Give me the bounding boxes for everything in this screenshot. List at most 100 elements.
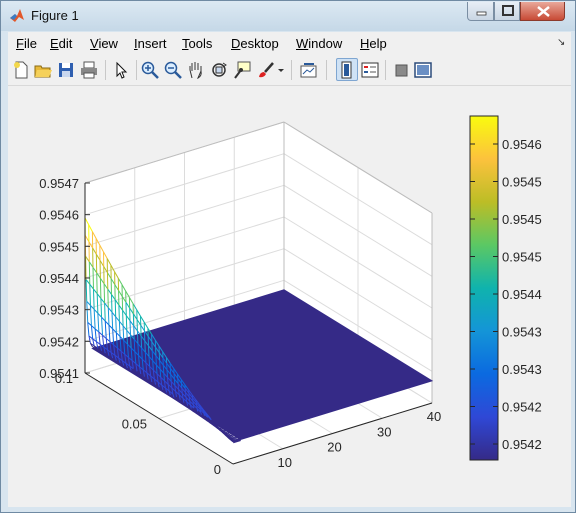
brush-dropdown-icon[interactable] — [276, 60, 286, 80]
close-button[interactable] — [520, 2, 565, 21]
surface-mesh-line — [111, 312, 114, 329]
surface-mesh-line — [234, 436, 237, 439]
z-tick-label: 0.9547 — [39, 176, 79, 191]
print-icon[interactable] — [79, 60, 99, 80]
surface-mesh-line — [196, 408, 199, 412]
maximize-button[interactable] — [494, 2, 520, 21]
figure-toolbar — [8, 55, 571, 86]
surface-mesh-line — [181, 393, 184, 399]
maximize-icon — [502, 5, 514, 16]
zoom-out-icon[interactable] — [163, 60, 183, 80]
surface-mesh-line — [159, 369, 162, 378]
figure-canvas[interactable]: 0.9541 0.9542 0.9543 0.9544 0.9545 0.9546 0.95… — [8, 86, 571, 507]
z-tick-label: 0.9545 — [39, 239, 79, 254]
surface-mesh-line — [171, 396, 175, 399]
surface-mesh-line — [122, 325, 125, 341]
rotate-3d-icon[interactable] — [209, 60, 229, 80]
menu-view[interactable]: View — [90, 36, 118, 51]
dock-arrow-icon[interactable]: ↘ — [557, 37, 565, 48]
matlab-logo-icon — [10, 9, 24, 22]
surface-mesh-line — [204, 415, 206, 419]
zoom-in-icon[interactable] — [140, 60, 160, 80]
new-figure-icon[interactable] — [11, 60, 31, 80]
menu-desktop-accelerator: D — [231, 36, 241, 51]
surface-mesh-line — [126, 330, 128, 345]
surface-mesh-line — [199, 415, 202, 418]
z-tick-label: 0.9546 — [39, 208, 79, 223]
surface-mesh-line — [85, 279, 88, 302]
menu-insert[interactable]: Insert — [134, 36, 167, 51]
surface-mesh-line — [89, 284, 91, 306]
pan-icon[interactable] — [186, 60, 206, 80]
brush-icon[interactable] — [256, 60, 276, 80]
surface-mesh-line — [166, 377, 169, 385]
pointer-icon[interactable] — [111, 60, 131, 80]
menu-window-label: indow — [308, 36, 343, 51]
z-tick-label: 0.9543 — [39, 303, 79, 318]
x-tick-label: 40 — [427, 409, 441, 424]
surface-mesh-line — [178, 389, 180, 395]
colorbar[interactable] — [469, 115, 499, 461]
menu-edit-accelerator: E — [50, 36, 59, 51]
save-icon[interactable] — [56, 60, 76, 80]
menu-window-accelerator: W — [296, 36, 309, 51]
show-plot-tools-icon[interactable] — [413, 60, 433, 80]
minimize-button[interactable] — [467, 2, 494, 21]
surface-mesh-line — [192, 404, 195, 409]
colorbar-tick-label: 0.9542 — [502, 400, 542, 415]
window-title: Figure 1 — [31, 8, 79, 23]
surface-mesh-line — [100, 298, 103, 318]
surface-mesh-line — [219, 429, 222, 432]
colorbar-tick-label: 0.9545 — [502, 212, 542, 227]
hide-plot-tools-icon[interactable] — [392, 60, 412, 80]
menu-tools[interactable]: Tools — [182, 36, 212, 51]
menu-view-label: iew — [98, 36, 118, 51]
x-tick-label: 30 — [377, 424, 391, 439]
open-file-icon[interactable] — [33, 60, 53, 80]
menu-window[interactable]: Window — [296, 36, 342, 51]
link-plot-icon[interactable] — [299, 60, 319, 80]
menu-file-accelerator: F — [16, 36, 24, 51]
surface-mesh-line — [96, 293, 99, 314]
toolbar-separator — [105, 60, 106, 80]
colorbar-tick-label: 0.9543 — [502, 325, 542, 340]
menu-edit-label: dit — [58, 36, 73, 51]
y-tick-label: 0 — [214, 462, 221, 477]
surface-mesh-line — [209, 422, 212, 424]
menu-help[interactable]: Help — [360, 36, 387, 51]
surface-mesh-line — [148, 356, 151, 367]
surface-mesh-line — [118, 321, 121, 337]
surface-mesh-line — [215, 426, 218, 429]
data-cursor-icon[interactable] — [232, 60, 252, 80]
colorbar-tick-label: 0.9545 — [502, 175, 542, 190]
menu-edit[interactable]: Edit — [50, 36, 72, 51]
y-tick-label: 0.05 — [122, 417, 147, 432]
close-icon — [537, 6, 550, 17]
menu-desktop-label: esktop — [240, 36, 279, 51]
surface-mesh-line — [133, 339, 136, 352]
title-bar[interactable]: Figure 1 — [1, 1, 575, 31]
menu-help-label: elp — [369, 36, 387, 51]
minimize-icon — [476, 11, 487, 16]
surface-mesh-line — [155, 364, 158, 374]
surface-plot[interactable]: 0.95410.95420.95430.95440.95450.95460.95… — [8, 86, 571, 507]
z-tick-label: 0.9542 — [39, 334, 79, 349]
surface-mesh-line — [203, 417, 206, 420]
figure-window: Figure 1 File Edit View Insert Tools Desktop W… — [0, 0, 576, 513]
surface-mesh-line — [141, 347, 143, 360]
y-tick-label: 0.1 — [55, 371, 73, 386]
colorbar-icon[interactable] — [337, 60, 357, 80]
surface-mesh-line — [230, 434, 234, 437]
menu-desktop[interactable]: Desktop — [231, 36, 279, 51]
surface-mesh-line — [170, 381, 173, 388]
surface-mesh-line — [185, 397, 188, 402]
surface-mesh-line — [137, 343, 140, 356]
z-tick-label: 0.9544 — [39, 271, 79, 286]
surface-mesh-line — [200, 412, 202, 415]
colorbar-tick-label: 0.9543 — [502, 362, 542, 377]
legend-icon[interactable] — [360, 60, 380, 80]
menu-insert-label: nsert — [137, 36, 167, 51]
colorbar-tick-label: 0.9545 — [502, 250, 542, 265]
menu-file[interactable]: File — [16, 36, 37, 51]
colorbar-tick-label: 0.9546 — [502, 137, 542, 152]
